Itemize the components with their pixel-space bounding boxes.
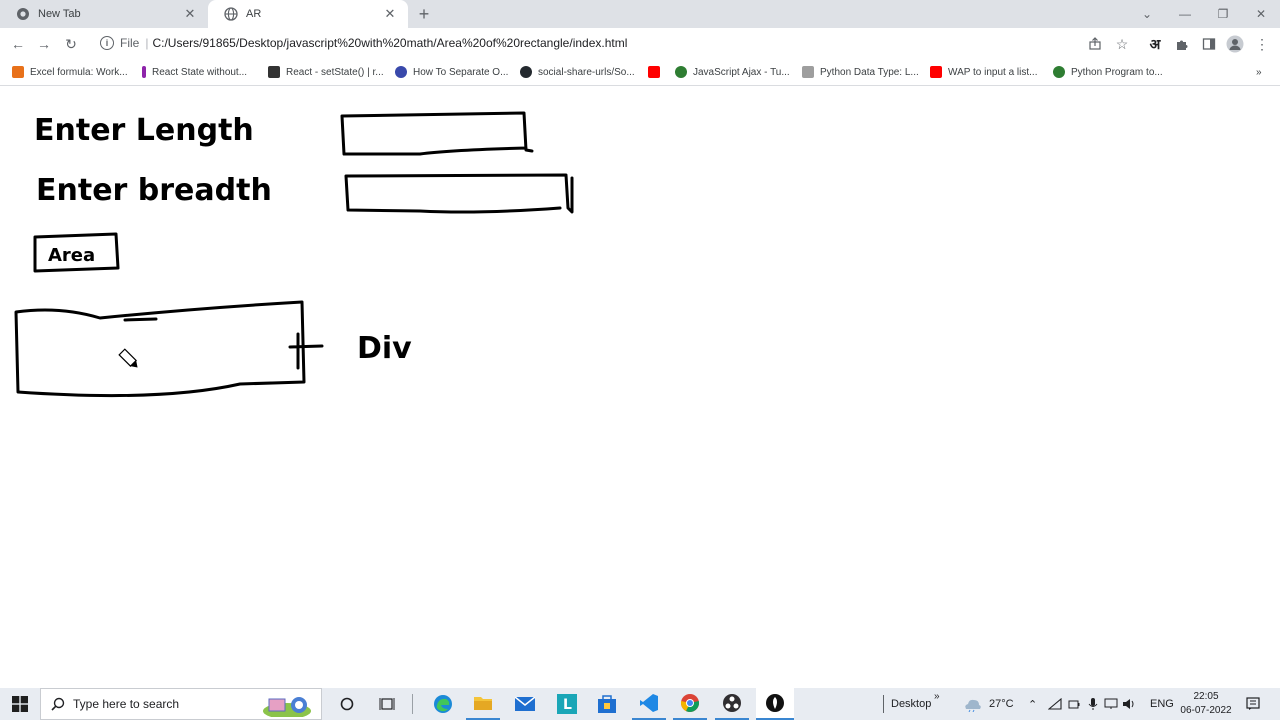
bookmark-item[interactable]: Python Data Type: L... bbox=[802, 64, 919, 80]
breadth-label: Enter breadth bbox=[36, 173, 272, 208]
forward-icon[interactable]: → bbox=[34, 34, 54, 54]
windows-start-icon[interactable] bbox=[0, 688, 40, 720]
bookmark-item[interactable]: WAP to input a list... bbox=[930, 64, 1037, 80]
div-pointer-line bbox=[288, 332, 324, 370]
chrome-icon bbox=[16, 7, 30, 21]
taskbar: Type here to search L Desktop » 27°C ⌃ E… bbox=[0, 688, 1280, 720]
bookmark-favicon-icon bbox=[12, 66, 24, 78]
chrome-app-icon[interactable] bbox=[673, 688, 707, 720]
pen-cursor-icon bbox=[118, 348, 138, 368]
share-icon[interactable] bbox=[1085, 34, 1105, 54]
whiteboard-canvas[interactable]: Enter Length Enter breadth Div Area bbox=[0, 86, 1280, 688]
profile-avatar-icon[interactable] bbox=[1225, 34, 1245, 54]
reload-icon[interactable]: ↻ bbox=[61, 34, 81, 54]
div-label: Div bbox=[357, 331, 412, 366]
battery-icon[interactable] bbox=[1068, 688, 1080, 720]
file-explorer-icon[interactable] bbox=[466, 688, 500, 720]
restore-icon[interactable]: ❐ bbox=[1204, 0, 1242, 28]
tab-label: AR bbox=[246, 8, 262, 20]
display-icon[interactable] bbox=[1104, 688, 1118, 720]
bookmark-favicon-icon bbox=[1053, 66, 1065, 78]
side-panel-icon[interactable] bbox=[1199, 34, 1219, 54]
chevron-down-icon[interactable]: ⌄ bbox=[1128, 0, 1166, 28]
bookmark-item[interactable]: React - setState() | r... bbox=[268, 64, 384, 80]
bookmark-favicon-icon bbox=[268, 66, 280, 78]
vscode-icon[interactable] bbox=[632, 688, 666, 720]
github-icon bbox=[520, 66, 532, 78]
volume-icon[interactable] bbox=[1122, 688, 1136, 720]
input-language[interactable]: ENG bbox=[1150, 688, 1174, 720]
close-icon[interactable]: ✕ bbox=[182, 6, 198, 22]
browser-toolbar: ← → ↻ i File | C:/Users/91865/Desktop/ja… bbox=[0, 28, 1280, 59]
svg-text:L: L bbox=[563, 697, 572, 713]
clock-date: 06-07-2022 bbox=[1180, 705, 1232, 716]
annotation-app-icon[interactable] bbox=[756, 688, 794, 720]
desktop-toolbar-label[interactable]: Desktop bbox=[891, 688, 931, 720]
chevron-right-icon[interactable]: » bbox=[934, 680, 940, 712]
minimize-icon[interactable]: — bbox=[1166, 0, 1204, 28]
length-input-sketch bbox=[340, 111, 534, 156]
bookmark-favicon-icon bbox=[802, 66, 814, 78]
taskbar-search-input[interactable]: Type here to search bbox=[40, 688, 322, 720]
mail-icon[interactable] bbox=[508, 688, 542, 720]
bookmark-item[interactable]: How To Separate O... bbox=[395, 64, 508, 80]
bookmark-item[interactable] bbox=[648, 64, 666, 80]
length-label: Enter Length bbox=[34, 113, 254, 148]
url-scheme: File bbox=[120, 36, 140, 50]
chevron-up-icon[interactable]: ⌃ bbox=[1028, 688, 1037, 720]
result-div-sketch bbox=[14, 300, 306, 398]
search-icon bbox=[51, 697, 65, 711]
browser-chrome: New Tab ✕ AR ✕ + ⌄ — ❐ ✕ ← → ↻ i File | … bbox=[0, 0, 1280, 86]
bookmark-star-icon[interactable]: ☆ bbox=[1112, 34, 1132, 54]
url-text: C:/Users/91865/Desktop/javascript%20with… bbox=[152, 36, 628, 50]
microphone-icon[interactable] bbox=[1088, 688, 1098, 720]
weather-icon[interactable] bbox=[962, 688, 984, 720]
edge-icon[interactable] bbox=[426, 688, 460, 720]
network-icon[interactable] bbox=[1048, 688, 1062, 720]
desktop-toolbar-handle bbox=[880, 688, 886, 720]
globe-icon bbox=[224, 7, 238, 21]
youtube-icon bbox=[648, 66, 660, 78]
store-icon[interactable] bbox=[590, 688, 624, 720]
tab-new-tab[interactable]: New Tab ✕ bbox=[0, 0, 208, 28]
notification-icon[interactable] bbox=[1246, 688, 1260, 720]
info-icon[interactable]: i bbox=[100, 36, 114, 50]
clock[interactable]: 22:05 06-07-2022 bbox=[1180, 688, 1232, 720]
tab-ar[interactable]: AR ✕ bbox=[208, 0, 408, 28]
url-separator: | bbox=[145, 36, 149, 50]
extensions-icon[interactable] bbox=[1172, 34, 1192, 54]
close-icon[interactable]: ✕ bbox=[382, 6, 398, 22]
bookmark-item[interactable]: Excel formula: Work... bbox=[12, 64, 128, 80]
tab-label: New Tab bbox=[38, 8, 81, 20]
translate-icon[interactable]: अ bbox=[1145, 34, 1165, 54]
clock-time: 22:05 bbox=[1193, 691, 1219, 702]
bookmarks-overflow-icon[interactable]: » bbox=[1256, 64, 1262, 80]
bookmark-favicon-icon bbox=[675, 66, 687, 78]
bookmark-item[interactable]: social-share-urls/So... bbox=[520, 64, 635, 80]
bookmark-item[interactable]: Python Program to... bbox=[1053, 64, 1163, 80]
tab-strip: New Tab ✕ AR ✕ + ⌄ — ❐ ✕ bbox=[0, 0, 1280, 28]
l-app-icon[interactable]: L bbox=[550, 688, 584, 720]
bookmark-favicon-icon bbox=[395, 66, 407, 78]
taskbar-divider bbox=[410, 688, 414, 720]
breadth-input-sketch bbox=[344, 173, 574, 214]
bookmark-item[interactable]: React State without... bbox=[142, 64, 247, 80]
temperature-readout: 27°C bbox=[989, 698, 1014, 710]
cortana-icon[interactable] bbox=[332, 688, 362, 720]
area-button-label: Area bbox=[48, 245, 95, 266]
more-menu-icon[interactable]: ⋮ bbox=[1252, 34, 1272, 54]
sketch-drawing: Enter Length Enter breadth Div Area bbox=[14, 111, 574, 398]
bookmark-favicon-icon bbox=[142, 66, 146, 78]
new-tab-button[interactable]: + bbox=[414, 4, 434, 24]
youtube-icon bbox=[930, 66, 942, 78]
bookmark-item[interactable]: JavaScript Ajax - Tu... bbox=[675, 64, 790, 80]
address-bar[interactable]: i File | C:/Users/91865/Desktop/javascri… bbox=[90, 31, 1250, 55]
window-close-icon[interactable]: ✕ bbox=[1242, 0, 1280, 28]
bookmarks-bar: Excel formula: Work... React State witho… bbox=[0, 59, 1280, 86]
search-highlight-icon bbox=[261, 693, 313, 717]
search-placeholder: Type here to search bbox=[73, 697, 180, 711]
obs-icon[interactable] bbox=[715, 688, 749, 720]
back-icon[interactable]: ← bbox=[8, 34, 28, 54]
task-view-icon[interactable] bbox=[372, 688, 402, 720]
